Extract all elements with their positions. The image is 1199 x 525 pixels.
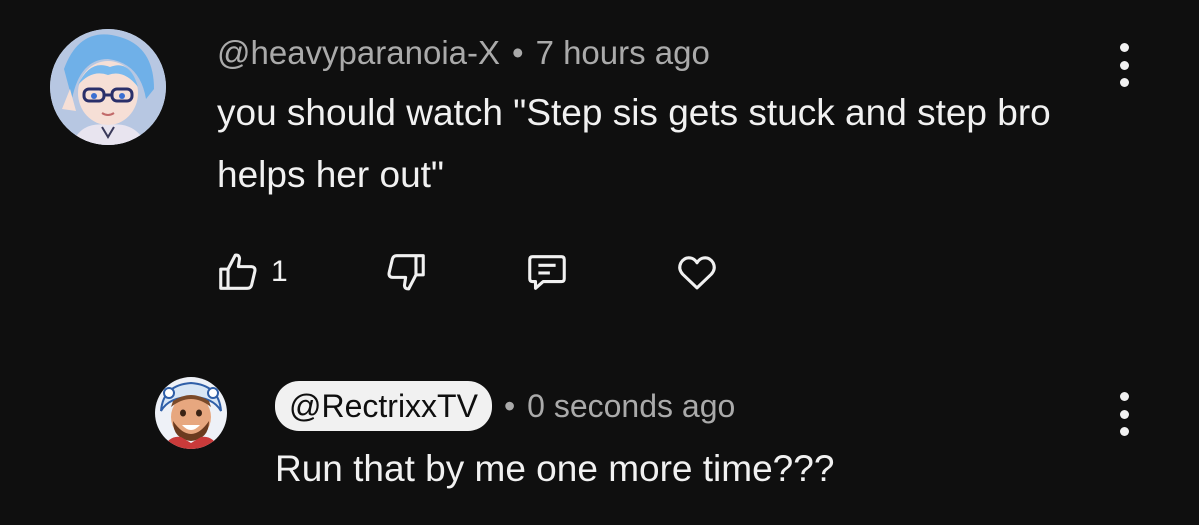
reply-button[interactable] xyxy=(524,246,570,298)
reply-text: Run that by me one more time??? xyxy=(275,448,835,489)
commenter-avatar[interactable] xyxy=(50,29,166,145)
replier-avatar[interactable] xyxy=(155,377,227,449)
anime-character-avatar-image xyxy=(50,29,166,145)
vertical-ellipsis-icon xyxy=(1119,427,1129,436)
thumbs-up-icon xyxy=(219,253,257,290)
heart-icon xyxy=(678,256,716,290)
reply-author-pill[interactable]: @RectrixxTV xyxy=(275,381,492,431)
reply-meta: @RectrixxTV • 0 seconds ago xyxy=(275,381,735,431)
meta-separator: • xyxy=(512,34,524,71)
reply-more-options-button[interactable] xyxy=(1114,392,1134,436)
comment-more-options-button[interactable] xyxy=(1114,43,1134,87)
like-count: 1 xyxy=(271,255,288,288)
thumbs-down-icon xyxy=(387,254,425,291)
vertical-ellipsis-icon xyxy=(1119,392,1129,401)
like-button[interactable]: 1 xyxy=(215,246,288,298)
comment-meta: @heavyparanoia-X • 7 hours ago xyxy=(217,32,710,74)
cartoon-character-avatar-image xyxy=(155,377,227,449)
comment-author[interactable]: @heavyparanoia-X xyxy=(217,34,500,72)
vertical-ellipsis-icon xyxy=(1119,43,1129,52)
comment-timestamp[interactable]: 7 hours ago xyxy=(536,34,710,72)
comment-thread: @heavyparanoia-X • 7 hours ago you shoul… xyxy=(0,0,1199,525)
meta-separator: • xyxy=(503,387,516,424)
dislike-button[interactable] xyxy=(383,246,429,298)
vertical-ellipsis-icon xyxy=(1119,60,1129,70)
heart-button[interactable] xyxy=(674,246,720,298)
reply-timestamp[interactable]: 0 seconds ago xyxy=(527,388,735,425)
comment-action-bar: 1 xyxy=(215,246,735,298)
comment-text: you should watch "Step sis gets stuck an… xyxy=(217,92,1051,195)
vertical-ellipsis-icon xyxy=(1119,409,1129,419)
comment-icon xyxy=(528,255,566,290)
vertical-ellipsis-icon xyxy=(1119,78,1129,87)
